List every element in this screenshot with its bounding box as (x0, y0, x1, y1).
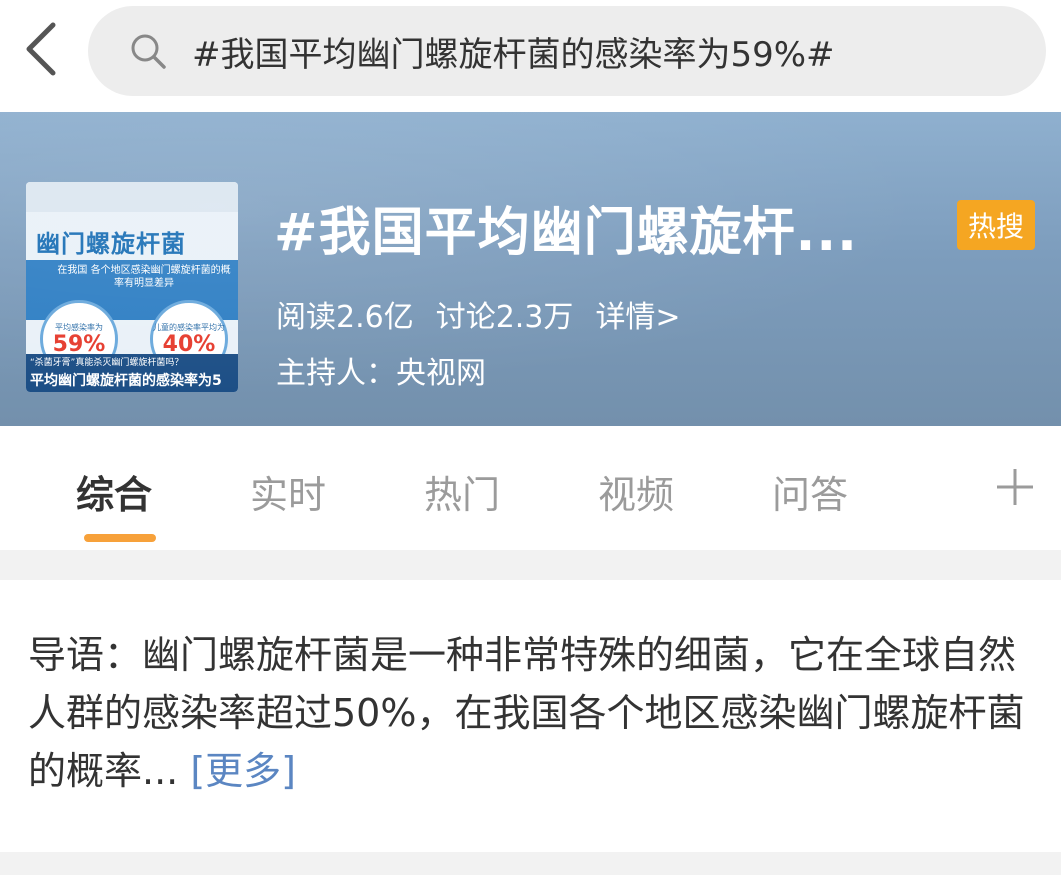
add-tab-button[interactable] (990, 462, 1040, 512)
active-tab-indicator (84, 534, 156, 542)
thumbnail-caption-large: 平均幽门螺旋杆菌的感染率为5 (30, 373, 222, 389)
tab-bar: 综合 实时 热门 视频 问答 (0, 426, 1061, 550)
details-link[interactable]: 详情> (595, 292, 680, 336)
top-bar: #我国平均幽门螺旋杆菌的感染率为59%# (0, 0, 1061, 112)
topic-title: #我国平均幽门螺旋杆... (274, 203, 858, 263)
section-divider (0, 550, 1061, 580)
topic-stats: 阅读2.6亿 讨论2.3万 详情> (276, 292, 681, 336)
circle-label: 平均感染率为 (55, 322, 103, 332)
tab-video[interactable]: 视频 (598, 464, 674, 519)
topic-banner: 幽门螺旋杆菌 在我国 各个地区感染幽门螺旋杆菌的概率有明显差异 平均感染率为 5… (0, 112, 1061, 426)
topic-thumbnail[interactable]: 幽门螺旋杆菌 在我国 各个地区感染幽门螺旋杆菌的概率有明显差异 平均感染率为 5… (26, 182, 238, 392)
discussion-count: 讨论2.3万 (435, 300, 574, 335)
hot-badge: 热搜 (957, 200, 1035, 250)
tab-qa[interactable]: 问答 (772, 464, 848, 519)
thumbnail-header (26, 182, 238, 212)
circle-value: 40% (162, 331, 216, 357)
read-count: 阅读2.6亿 (276, 300, 414, 335)
circle-label: 儿童的感染率平均为 (153, 322, 225, 332)
more-link[interactable]: [更多] (190, 749, 296, 793)
thumbnail-caption-small: “杀菌牙膏”真能杀灭幽门螺旋杆菌吗？ (30, 358, 184, 368)
section-divider (0, 852, 1061, 875)
search-icon (128, 31, 168, 71)
thumbnail-subtitle: 在我国 各个地区感染幽门螺旋杆菌的概率有明显差异 (57, 265, 231, 289)
plus-icon (997, 469, 1033, 505)
chevron-left-icon (26, 22, 56, 76)
search-query-text: #我国平均幽门螺旋杆菌的感染率为59%# (192, 34, 835, 75)
topic-intro: 导语：幽门螺旋杆菌是一种非常特殊的细菌，它在全球自然人群的感染率超过50%，在我… (28, 626, 1028, 800)
tab-realtime[interactable]: 实时 (250, 464, 326, 519)
thumbnail-title: 幽门螺旋杆菌 (36, 230, 186, 258)
circle-value: 59% (52, 331, 106, 357)
tab-comprehensive[interactable]: 综合 (76, 464, 152, 519)
intro-text: 导语：幽门螺旋杆菌是一种非常特殊的细菌，它在全球自然人群的感染率超过50%，在我… (28, 633, 1025, 793)
search-input[interactable]: #我国平均幽门螺旋杆菌的感染率为59%# (88, 6, 1046, 96)
back-button[interactable] (10, 14, 70, 84)
topic-host: 主持人：央视网 (276, 356, 486, 391)
tab-hot[interactable]: 热门 (424, 464, 500, 519)
